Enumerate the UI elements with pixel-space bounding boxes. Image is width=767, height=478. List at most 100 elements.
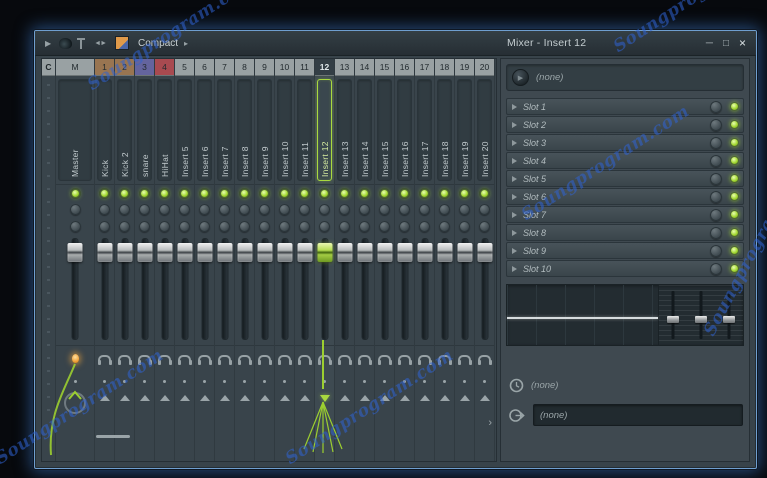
master-volume-fader[interactable] xyxy=(56,235,94,343)
slot-mix-knob[interactable] xyxy=(710,172,722,185)
eq-band-fader[interactable] xyxy=(687,285,715,345)
volume-fader[interactable] xyxy=(395,235,414,343)
slot-mix-knob[interactable] xyxy=(710,136,722,149)
route-arrow[interactable] xyxy=(415,392,434,408)
fader-handle[interactable] xyxy=(297,243,312,262)
effect-slot[interactable]: Slot 8 xyxy=(506,224,744,241)
slot-mix-knob[interactable] xyxy=(710,190,722,203)
dock-icon[interactable]: ◄► xyxy=(94,40,107,47)
fader-handle[interactable] xyxy=(177,243,192,262)
channel-strip[interactable]: 15 Insert 15 xyxy=(375,59,395,461)
channel-name-box[interactable]: snare xyxy=(137,79,152,181)
volume-fader[interactable] xyxy=(235,235,254,343)
slot-mix-knob[interactable] xyxy=(710,244,722,257)
volume-fader[interactable] xyxy=(475,235,494,343)
pan-knob[interactable] xyxy=(275,201,294,218)
mute-led[interactable] xyxy=(175,184,194,201)
channel-strip[interactable]: 2 Kick 2 xyxy=(115,59,135,461)
pan-knob[interactable] xyxy=(235,201,254,218)
channel-strip[interactable]: 17 Insert 17 xyxy=(415,59,435,461)
fader-handle[interactable] xyxy=(117,243,132,262)
master-stereo-knob[interactable] xyxy=(56,218,94,235)
fader-handle[interactable] xyxy=(217,243,232,262)
route-arrow[interactable] xyxy=(355,392,374,408)
channel-number[interactable]: 12 xyxy=(315,59,334,76)
mute-led[interactable] xyxy=(255,184,274,201)
fader-handle[interactable] xyxy=(457,243,472,262)
fader-handle[interactable] xyxy=(417,243,432,262)
close-button[interactable]: × xyxy=(739,36,746,50)
channel-strip[interactable]: 11 Insert 11 xyxy=(295,59,315,461)
channel-number[interactable]: 4 xyxy=(155,59,174,76)
route-arrow[interactable] xyxy=(295,392,314,408)
route-arrow[interactable] xyxy=(435,392,454,408)
solo-phones-button[interactable] xyxy=(295,345,314,370)
stereo-sep-knob[interactable] xyxy=(335,218,354,235)
stereo-sep-knob[interactable] xyxy=(195,218,214,235)
solo-phones-button[interactable] xyxy=(375,345,394,370)
route-arrow[interactable] xyxy=(215,392,234,408)
mute-led[interactable] xyxy=(115,184,134,201)
solo-phones-button[interactable] xyxy=(395,345,414,370)
stereo-sep-knob[interactable] xyxy=(375,218,394,235)
fader-handle[interactable] xyxy=(723,316,735,324)
stereo-sep-knob[interactable] xyxy=(395,218,414,235)
channel-strip[interactable]: 19 Insert 19 xyxy=(455,59,475,461)
channel-name-box[interactable]: Insert 14 xyxy=(357,79,372,181)
route-arrow[interactable] xyxy=(235,392,254,408)
mute-led[interactable] xyxy=(455,184,474,201)
stereo-sep-knob[interactable] xyxy=(455,218,474,235)
slot-enable-led[interactable] xyxy=(731,193,738,200)
slot-enable-led[interactable] xyxy=(731,211,738,218)
effect-slot[interactable]: Slot 1 xyxy=(506,98,744,115)
channel-strip[interactable]: 4 HiHat xyxy=(155,59,175,461)
mixer-hscroll-thumb[interactable] xyxy=(96,435,130,438)
pan-knob[interactable] xyxy=(215,201,234,218)
pan-knob[interactable] xyxy=(335,201,354,218)
solo-phones-button[interactable] xyxy=(335,345,354,370)
effect-slot[interactable]: Slot 2 xyxy=(506,116,744,133)
fader-handle[interactable] xyxy=(695,316,707,324)
pan-knob[interactable] xyxy=(95,201,114,218)
stereo-sep-knob[interactable] xyxy=(175,218,194,235)
mute-led[interactable] xyxy=(215,184,234,201)
stereo-sep-knob[interactable] xyxy=(215,218,234,235)
route-arrow[interactable] xyxy=(335,392,354,408)
solo-phones-button[interactable] xyxy=(175,345,194,370)
channel-number[interactable]: 14 xyxy=(355,59,374,76)
layout-arrow-icon[interactable]: ▸ xyxy=(184,39,188,48)
channel-number[interactable]: 15 xyxy=(375,59,394,76)
latency-row[interactable]: (none) xyxy=(506,378,744,393)
slot-mix-knob[interactable] xyxy=(710,226,722,239)
stereo-sep-knob[interactable] xyxy=(275,218,294,235)
pan-knob[interactable] xyxy=(355,201,374,218)
solo-phones-button[interactable] xyxy=(475,345,494,370)
channel-name-box[interactable]: HiHat xyxy=(157,79,172,181)
pan-knob[interactable] xyxy=(195,201,214,218)
fader-handle[interactable] xyxy=(67,243,83,262)
mute-led[interactable] xyxy=(335,184,354,201)
channel-strip[interactable]: 14 Insert 14 xyxy=(355,59,375,461)
master-name-box[interactable]: Master xyxy=(58,79,92,181)
pan-knob[interactable] xyxy=(135,201,154,218)
stereo-sep-knob[interactable] xyxy=(135,218,154,235)
pan-knob[interactable] xyxy=(475,201,494,218)
mute-led[interactable] xyxy=(475,184,494,201)
volume-fader[interactable] xyxy=(335,235,354,343)
channel-number[interactable]: 2 xyxy=(115,59,134,76)
stereo-sep-knob[interactable] xyxy=(235,218,254,235)
slot-enable-led[interactable] xyxy=(731,157,738,164)
stereo-sep-knob[interactable] xyxy=(95,218,114,235)
route-arrow[interactable] xyxy=(375,392,394,408)
channel-name-box[interactable]: Insert 16 xyxy=(397,79,412,181)
stereo-sep-knob[interactable] xyxy=(475,218,494,235)
channel-number[interactable]: 16 xyxy=(395,59,414,76)
volume-fader[interactable] xyxy=(115,235,134,343)
fader-handle[interactable] xyxy=(337,243,352,262)
pan-knob[interactable] xyxy=(295,201,314,218)
fader-handle[interactable] xyxy=(257,243,272,262)
slot-enable-led[interactable] xyxy=(731,229,738,236)
eq-band-fader[interactable] xyxy=(659,285,687,345)
channel-strip[interactable]: 7 Insert 7 xyxy=(215,59,235,461)
channel-name-box[interactable]: Insert 9 xyxy=(257,79,272,181)
